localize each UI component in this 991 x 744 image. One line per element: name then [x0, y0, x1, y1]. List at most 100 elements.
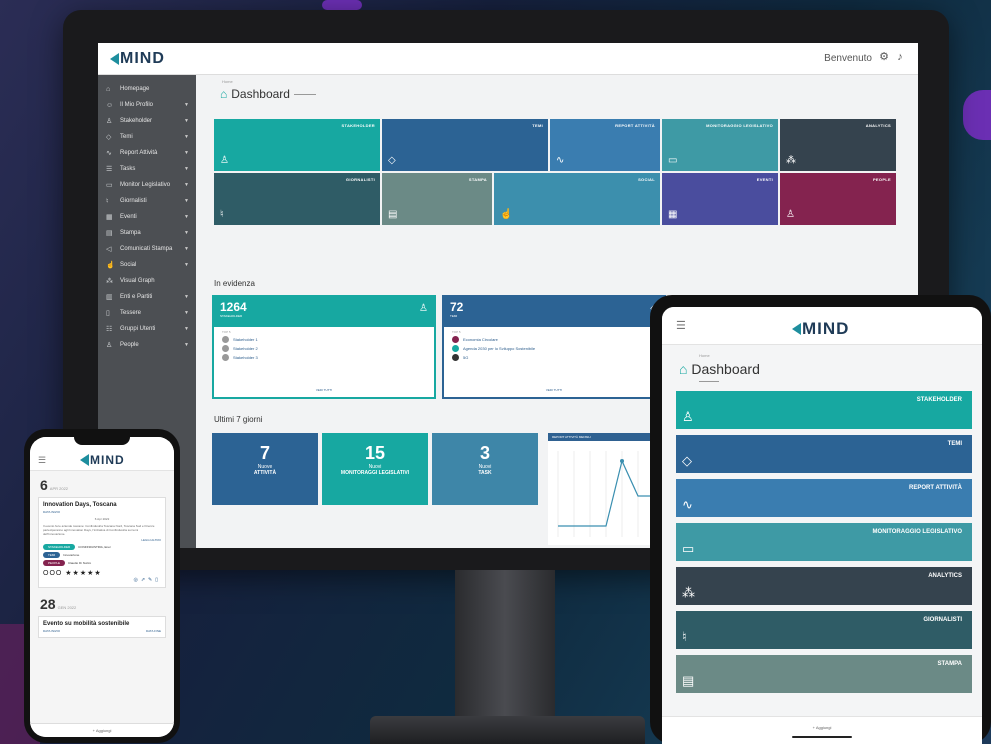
- tile-stakeholder[interactable]: STAKEHOLDER ♙: [214, 119, 380, 171]
- stat-box[interactable]: 7 Nuove ATTIVITÀ: [212, 433, 318, 505]
- add-link[interactable]: + Aggiungi: [93, 728, 112, 733]
- event-card[interactable]: Evento su mobilità sostenibile DATA INIZ…: [38, 616, 166, 638]
- tile-monitoraggio-legislativo[interactable]: MONITORAGGIO LEGISLATIVO ▭: [676, 523, 972, 561]
- sidebar-item[interactable]: ▤ Stampa ▼: [98, 225, 196, 241]
- sidebar-item-label: Stakeholder: [120, 118, 153, 124]
- chevron-down-icon: ▼: [184, 246, 189, 252]
- tile-report-attivit-[interactable]: REPORT ATTIVITÀ ∿: [676, 479, 972, 517]
- tile-stampa[interactable]: STAMPA ▤: [676, 655, 972, 693]
- rating-stars[interactable]: OOO ★★★★★: [43, 569, 161, 577]
- list-item[interactable]: 5G: [444, 353, 664, 362]
- sidebar-item-label: Homepage: [120, 86, 150, 92]
- tile-label: ANALYTICS: [928, 573, 962, 579]
- list-item[interactable]: Stakeholder 3: [214, 353, 434, 362]
- see-all-link[interactable]: VEDI TUTTI: [444, 388, 664, 392]
- sidebar-item[interactable]: ▭ Monitor Legislativo ▼: [98, 177, 196, 193]
- sidebar-item[interactable]: ◁ Comunicati Stampa ▼: [98, 241, 196, 257]
- person-icon: ♙: [786, 209, 795, 220]
- building-icon: ▥: [106, 294, 113, 301]
- stat-label: TASK: [478, 470, 492, 476]
- share-icon[interactable]: ⇗: [141, 577, 148, 583]
- chevron-down-icon: ▼: [184, 326, 189, 332]
- tile-temi[interactable]: TEMI ◇: [382, 119, 548, 171]
- sidebar-item[interactable]: ▯ Tessere ▼: [98, 305, 196, 321]
- mind-logo[interactable]: MIND: [80, 453, 125, 467]
- card-header: 72TEMI◇: [444, 297, 664, 327]
- card-count: 72: [450, 300, 464, 314]
- sidebar-item[interactable]: ☝ Social ▼: [98, 257, 196, 273]
- tile-temi[interactable]: TEMI ◇: [676, 435, 972, 473]
- list-item[interactable]: Stakeholder 1: [214, 335, 434, 344]
- mind-logo[interactable]: MIND: [792, 319, 849, 339]
- event-start-label: DATA INIZIO: [43, 510, 61, 514]
- settings-icon[interactable]: ⚙: [878, 51, 890, 63]
- tile-stampa[interactable]: STAMPA ▤: [382, 173, 492, 225]
- bell-icon[interactable]: ♪: [894, 51, 906, 63]
- sidebar-item-label: Tasks: [120, 166, 136, 172]
- sidebar-item-label: Stampa: [120, 230, 141, 236]
- view-icon[interactable]: ◎: [133, 577, 140, 583]
- home-indicator: [792, 736, 852, 738]
- hamburger-menu-icon[interactable]: ☰: [38, 455, 46, 466]
- tile-stakeholder[interactable]: STAKEHOLDER ♙: [676, 391, 972, 429]
- mind-logo[interactable]: MIND: [110, 50, 165, 68]
- chevron-down-icon: ▼: [184, 134, 189, 140]
- tile-monitoraggio-legislativo[interactable]: MONITORAGGIO LEGISLATIVO ▭: [662, 119, 778, 171]
- date-header: 6 APR 2022: [40, 477, 69, 493]
- list-item[interactable]: Economia Circolare: [444, 335, 664, 344]
- tile-label: REPORT ATTIVITÀ: [909, 485, 962, 491]
- sidebar-item[interactable]: ♙ People ▼: [98, 337, 196, 353]
- avatar: [452, 336, 459, 343]
- sidebar-item[interactable]: ♙ Stakeholder ▼: [98, 113, 196, 129]
- list-item[interactable]: Stakeholder 2: [214, 344, 434, 353]
- sidebar-item[interactable]: ☷ Gruppi Utenti ▼: [98, 321, 196, 337]
- tag-badge[interactable]: PEOPLE: [43, 560, 66, 566]
- sidebar-item[interactable]: ☰ Tasks ▼: [98, 161, 196, 177]
- tile-giornalisti[interactable]: GIORNALISTI ♮: [676, 611, 972, 649]
- logo-arrow-icon: [80, 454, 89, 466]
- highlight-card[interactable]: 72TEMI◇ TOP 5Economia Circolare Agenda 203…: [442, 295, 666, 399]
- tile-analytics[interactable]: ANALYTICS ⁂: [676, 567, 972, 605]
- stat-label: ATTIVITÀ: [253, 470, 277, 476]
- tile-eventi[interactable]: EVENTI ▦: [662, 173, 778, 225]
- hamburger-menu-icon[interactable]: ☰: [676, 319, 686, 332]
- tile-giornalisti[interactable]: GIORNALISTI ♮: [214, 173, 380, 225]
- top-bar: MIND Benvenuto ⚙ ♪: [98, 43, 918, 75]
- sidebar-item[interactable]: ⁂ Visual Graph: [98, 273, 196, 289]
- see-all-link[interactable]: VEDI TUTTI: [214, 388, 434, 392]
- tag-value: Claudio Di Nuzzo: [68, 561, 92, 565]
- tag-badge[interactable]: TEMI: [43, 552, 61, 558]
- book-icon: ▭: [106, 182, 113, 189]
- list-item-label: Stakeholder 3: [233, 355, 258, 360]
- tile-label: GIORNALISTI: [923, 617, 962, 623]
- add-link[interactable]: + Aggiungi: [813, 725, 832, 730]
- event-card[interactable]: Innovation Days, Toscana DATA INIZIO 6 A…: [38, 497, 166, 588]
- sidebar-item[interactable]: ∿ Report Attività ▼: [98, 145, 196, 161]
- highlight-card[interactable]: 1264 STAKEHOLDER ♙ TOP 5 Stakeholder 1 Stakeh…: [212, 295, 436, 399]
- tag-value: CONFINDUSTRIA, Enel: [78, 545, 111, 549]
- sidebar-item[interactable]: ▦ Eventi ▼: [98, 209, 196, 225]
- tile-report-attivit-[interactable]: REPORT ATTIVITÀ ∿: [550, 119, 660, 171]
- person-icon: ♙: [106, 118, 113, 125]
- list-item-label: Economia Circolare: [463, 337, 498, 342]
- tag-icon: ◇: [682, 453, 692, 468]
- delete-icon[interactable]: ▯: [155, 577, 161, 583]
- stat-number: 3: [479, 443, 490, 463]
- chart-point[interactable]: [620, 459, 624, 463]
- tile-analytics[interactable]: ANALYTICS ⁂: [780, 119, 896, 171]
- sidebar-item[interactable]: ♮ Giornalisti ▼: [98, 193, 196, 209]
- tile-social[interactable]: SOCIAL ☝: [494, 173, 660, 225]
- sidebar-item[interactable]: ◇ Temi ▼: [98, 129, 196, 145]
- tile-people[interactable]: PEOPLE ♙: [780, 173, 896, 225]
- sidebar-item-label: Eventi: [120, 214, 137, 220]
- tag-badge[interactable]: STAKEHOLDER: [43, 544, 76, 550]
- newspaper-icon: ▤: [106, 230, 113, 237]
- sidebar-item[interactable]: ☺ Il Mio Profilo ▼: [98, 97, 196, 113]
- stat-number: 15: [364, 443, 386, 463]
- stat-box[interactable]: 15 Nuovi MONITORAGGI LEGISLATIVI: [322, 433, 428, 505]
- event-end-label: DATA FINE: [145, 629, 161, 633]
- sidebar-item[interactable]: ⌂ Homepage: [98, 81, 196, 97]
- sidebar-item[interactable]: ▥ Enti e Partiti ▼: [98, 289, 196, 305]
- stat-box[interactable]: 3 Nuovi TASK: [432, 433, 538, 505]
- list-item[interactable]: Agenda 2030 per lo Sviluppo Sostenibile: [444, 344, 664, 353]
